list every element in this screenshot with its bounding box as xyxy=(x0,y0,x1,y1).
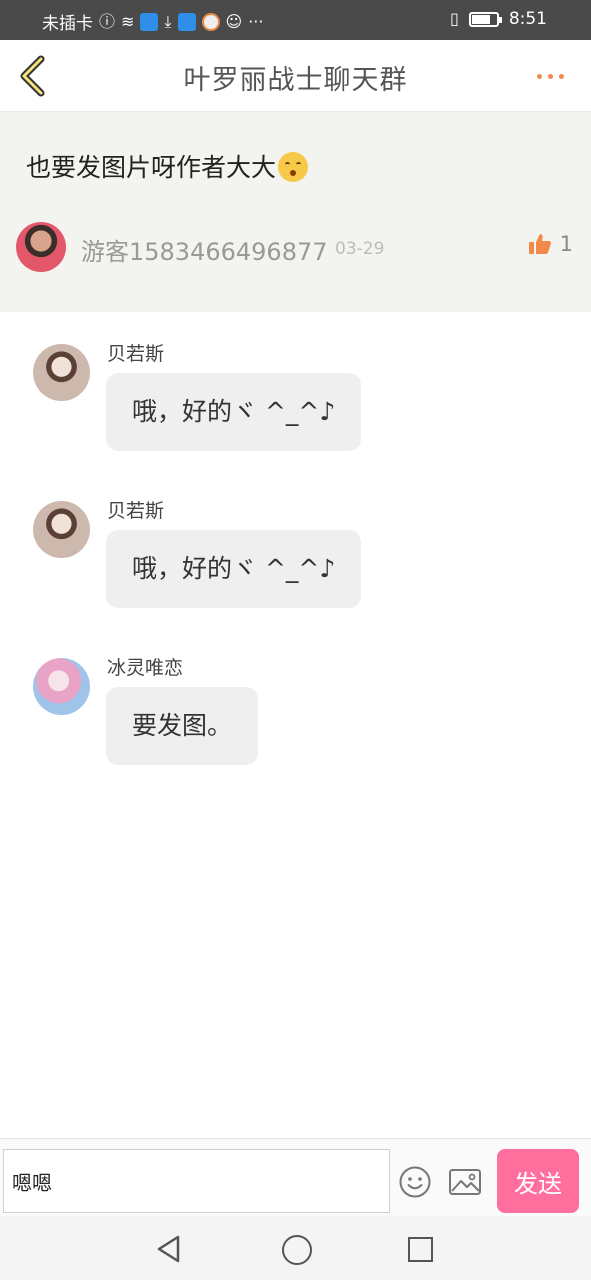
message-bubble[interactable]: 哦，好的ヾ ^_^♪ xyxy=(106,530,362,608)
more-dots-icon xyxy=(559,73,564,79)
more-notifications-icon: ··· xyxy=(248,11,264,31)
status-bar: 未插卡 ⓘ ≋ ⤓ ☺ ··· ▯ 8:51 xyxy=(0,0,591,40)
message-bubble[interactable]: 要发图。 xyxy=(106,687,259,765)
app-icon xyxy=(140,12,159,31)
like-button[interactable]: 1 xyxy=(528,232,573,256)
status-bar-left: 未插卡 ⓘ ≋ ⤓ ☺ ··· xyxy=(42,9,263,34)
original-post: 也要发图片呀作者大大 游客1583466496877 03-29 1 xyxy=(0,112,591,312)
nav-recents-icon[interactable] xyxy=(408,1237,433,1262)
image-icon xyxy=(449,1169,481,1195)
browser-icon xyxy=(201,12,220,31)
message-bubble[interactable]: 哦，好的ヾ ^_^♪ xyxy=(106,373,362,451)
message-input[interactable] xyxy=(3,1149,390,1213)
sim-alert-icon: ⓘ xyxy=(99,11,116,31)
carrier-label: 未插卡 xyxy=(42,14,93,34)
system-navigation-bar xyxy=(0,1216,591,1280)
status-bar-right: ▯ 8:51 xyxy=(450,9,547,29)
download-icon: ⤓ xyxy=(164,11,172,31)
send-button[interactable]: 发送 xyxy=(497,1149,579,1213)
avatar[interactable] xyxy=(33,344,90,401)
post-author-avatar[interactable] xyxy=(16,222,66,272)
emoji-button[interactable] xyxy=(398,1165,432,1199)
nav-home-icon[interactable] xyxy=(282,1235,312,1265)
sender-name: 冰灵唯恋 xyxy=(107,657,184,679)
sender-name: 贝若斯 xyxy=(107,343,165,365)
top-bar: 叶罗丽战士聊天群 xyxy=(0,40,591,112)
notification-icon: ☺ xyxy=(225,11,243,31)
more-dots-icon xyxy=(548,73,553,79)
thumbs-up-icon xyxy=(528,234,551,254)
page-title: 叶罗丽战士聊天群 xyxy=(183,65,408,96)
avatar[interactable] xyxy=(33,658,90,715)
app-icon xyxy=(177,12,196,31)
message-input-bar: 发送 xyxy=(0,1138,591,1216)
clock: 8:51 xyxy=(508,9,547,29)
image-picker-button[interactable] xyxy=(448,1167,482,1197)
kissing-face-emoji-icon xyxy=(278,152,309,182)
vibrate-icon: ▯ xyxy=(450,9,459,28)
like-count: 1 xyxy=(559,232,573,256)
sender-name: 贝若斯 xyxy=(107,500,165,522)
more-dots-icon xyxy=(537,73,542,79)
post-content: 也要发图片呀作者大大 xyxy=(26,148,309,184)
battery-icon xyxy=(468,11,502,27)
post-date: 03-29 xyxy=(335,239,385,259)
more-options-button[interactable] xyxy=(537,64,571,88)
post-author-name[interactable]: 游客1583466496877 xyxy=(81,232,328,267)
nav-back-icon[interactable] xyxy=(155,1234,183,1264)
post-text: 也要发图片呀作者大大 xyxy=(26,153,277,182)
avatar[interactable] xyxy=(33,501,90,558)
smiley-icon xyxy=(399,1166,431,1198)
wifi-icon: ≋ xyxy=(121,11,135,31)
